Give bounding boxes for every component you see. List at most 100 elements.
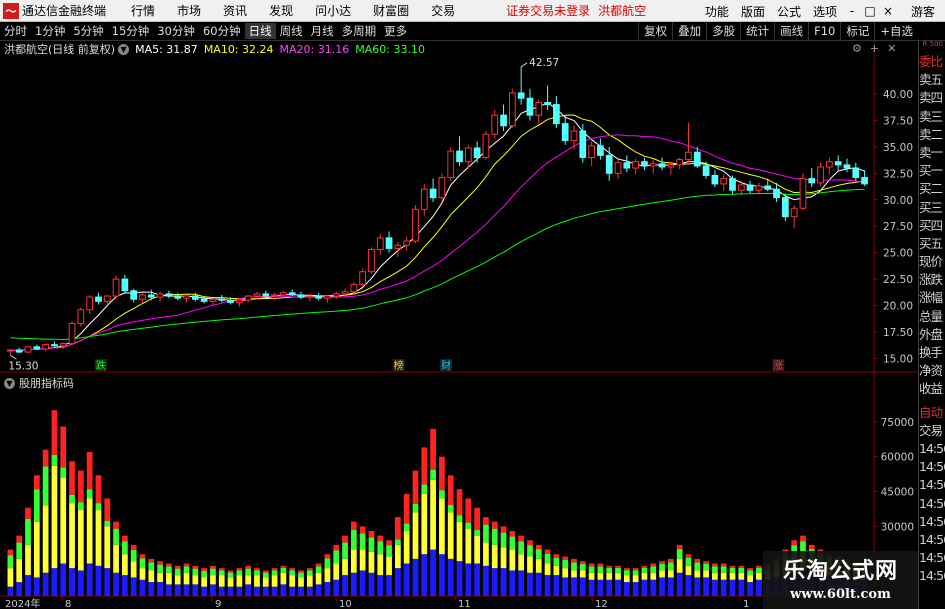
candle[interactable] (773, 188, 780, 199)
candle[interactable] (200, 298, 208, 302)
candle[interactable] (244, 295, 252, 301)
menu-trade[interactable]: 交易 (420, 2, 466, 19)
menu-options[interactable]: 选项 (807, 3, 843, 20)
overlay-button[interactable]: 叠加 (672, 22, 706, 41)
period-multi[interactable]: 多周期 (338, 23, 381, 39)
mark-button[interactable]: 标记 (840, 22, 874, 41)
guest-user[interactable]: 游客 (897, 3, 945, 20)
candle[interactable] (729, 178, 736, 191)
period-daily[interactable]: 日线 (244, 23, 276, 39)
add-watchlist-button[interactable]: +自选 (874, 22, 918, 41)
candle[interactable] (737, 184, 745, 191)
candle[interactable] (658, 163, 666, 168)
candle[interactable] (77, 309, 85, 325)
candle[interactable] (667, 164, 675, 168)
candle[interactable] (412, 208, 419, 242)
minimize-icon[interactable]: - (843, 4, 861, 18)
candle[interactable] (482, 133, 490, 158)
candle[interactable] (508, 92, 516, 127)
candle[interactable] (711, 174, 719, 185)
candle[interactable] (623, 162, 631, 169)
candle[interactable] (271, 294, 278, 297)
info-label-trade[interactable]: 交易 (919, 422, 945, 440)
candle[interactable] (614, 162, 622, 174)
candle[interactable] (174, 295, 182, 299)
candle[interactable] (649, 163, 657, 167)
candle[interactable] (385, 237, 393, 249)
draw-line-button[interactable]: 画线 (774, 22, 808, 41)
candle[interactable] (350, 283, 358, 293)
candle[interactable] (817, 166, 824, 184)
candle[interactable] (826, 161, 833, 168)
candle[interactable] (341, 291, 349, 295)
candle[interactable] (447, 150, 455, 179)
candle[interactable] (500, 114, 507, 127)
menu-quotes[interactable]: 行情 (120, 2, 166, 19)
info-label-auto[interactable]: 自动 (919, 404, 945, 422)
close-icon[interactable]: ✕ (887, 42, 896, 55)
candle[interactable] (86, 296, 94, 311)
candle[interactable] (262, 293, 270, 297)
candle[interactable] (209, 298, 217, 302)
period-60min[interactable]: 60分钟 (199, 23, 245, 39)
candle[interactable] (491, 114, 499, 135)
candle[interactable] (288, 292, 296, 296)
period-15min[interactable]: 15分钟 (108, 23, 154, 39)
login-status[interactable]: 证券交易未登录 (506, 2, 590, 19)
menu-market[interactable]: 市场 (166, 2, 212, 19)
candle[interactable] (130, 290, 138, 300)
candle[interactable] (15, 349, 23, 353)
candle[interactable] (68, 323, 76, 345)
indicator-name[interactable]: 股朋指标码 (19, 375, 74, 391)
candle[interactable] (764, 185, 772, 190)
gear-icon[interactable]: ⚙ (852, 42, 862, 55)
candle[interactable] (693, 151, 701, 167)
candle[interactable] (843, 164, 851, 169)
candle[interactable] (561, 123, 569, 142)
candle[interactable] (227, 299, 234, 303)
candle[interactable] (59, 343, 67, 347)
candle[interactable] (121, 278, 129, 292)
candle[interactable] (570, 130, 578, 142)
candle[interactable] (324, 295, 331, 299)
candle[interactable] (191, 295, 199, 300)
period-timeshare[interactable]: 分时 (0, 23, 31, 39)
candle[interactable] (306, 295, 314, 298)
menu-discover[interactable]: 发现 (258, 2, 304, 19)
candle[interactable] (236, 299, 243, 303)
candle[interactable] (517, 92, 525, 99)
candle[interactable] (297, 294, 305, 298)
period-weekly[interactable]: 周线 (276, 23, 307, 39)
candle[interactable] (429, 188, 437, 199)
candle[interactable] (720, 178, 728, 185)
multi-stock-button[interactable]: 多股 (706, 22, 740, 41)
maximize-icon[interactable]: □ (861, 4, 879, 18)
candle[interactable] (473, 147, 481, 158)
candle[interactable] (456, 150, 463, 163)
candle[interactable] (834, 161, 842, 166)
candle[interactable] (799, 178, 807, 209)
candle[interactable] (852, 167, 860, 179)
period-5min[interactable]: 5分钟 (69, 23, 107, 39)
candle[interactable] (746, 184, 754, 191)
candle[interactable] (147, 294, 155, 298)
candle[interactable] (103, 295, 111, 302)
candle[interactable] (7, 349, 14, 352)
candle[interactable] (368, 248, 375, 273)
adjust-button[interactable]: 复权 (638, 22, 672, 41)
candle[interactable] (376, 237, 384, 250)
close-window-icon[interactable]: × (879, 4, 897, 18)
candle[interactable] (218, 298, 226, 301)
candle[interactable] (51, 344, 58, 347)
candle[interactable] (139, 294, 146, 300)
candle[interactable] (632, 161, 639, 169)
candle[interactable] (755, 185, 763, 191)
period-monthly[interactable]: 月线 (307, 23, 338, 39)
candle[interactable] (861, 177, 868, 185)
candle[interactable] (112, 278, 120, 297)
candle[interactable] (790, 207, 798, 218)
candle[interactable] (24, 346, 32, 353)
candle[interactable] (332, 293, 340, 297)
chevron-down-icon[interactable]: ▼ (118, 43, 130, 55)
candle[interactable] (781, 197, 789, 218)
